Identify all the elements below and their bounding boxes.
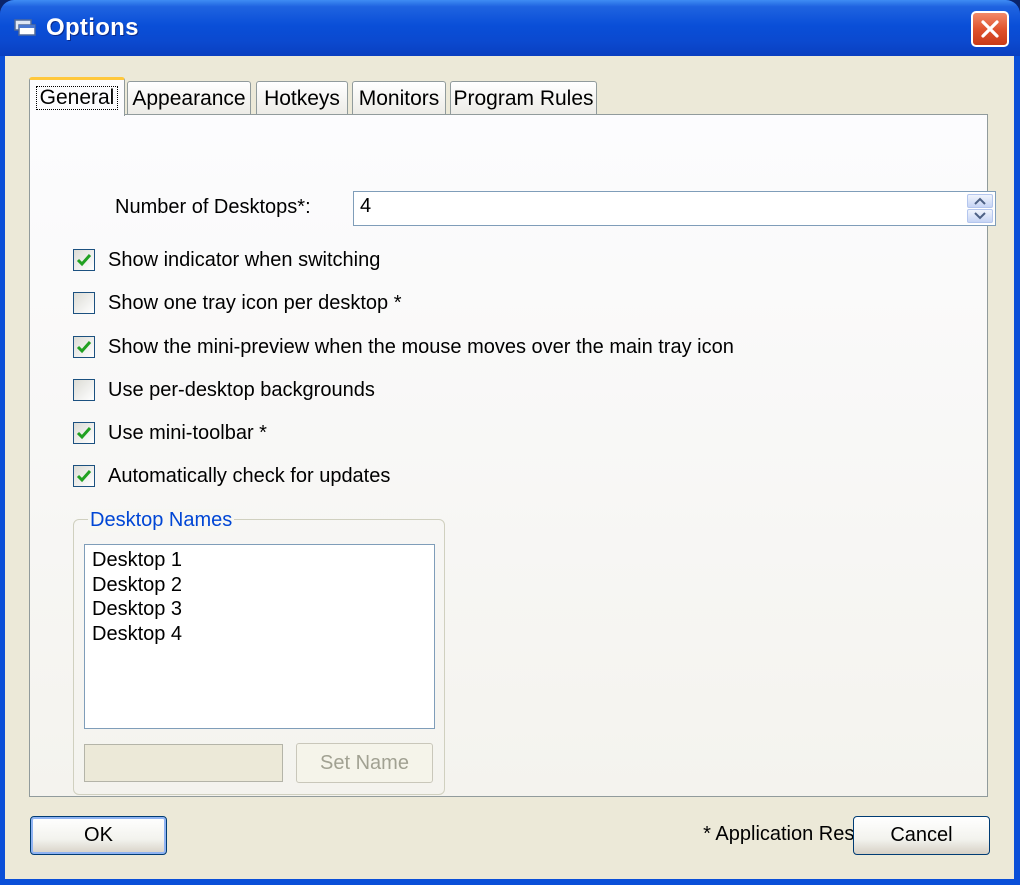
window-frame-right — [1014, 56, 1020, 885]
checkbox-label: Use per-desktop backgrounds — [108, 378, 375, 401]
checkbox-tray-icon-per-desktop[interactable] — [73, 292, 95, 314]
desktops-count-spinner[interactable]: 4 — [353, 191, 996, 226]
desktop-names-list[interactable]: Desktop 1 Desktop 2 Desktop 3 Desktop 4 — [84, 544, 435, 729]
tab-program-rules[interactable]: Program Rules — [450, 81, 597, 115]
checkmark-icon — [76, 470, 92, 483]
list-item[interactable]: Desktop 2 — [92, 573, 427, 598]
checkbox-per-desktop-backgrounds[interactable] — [73, 379, 95, 401]
desktop-name-input[interactable] — [84, 744, 283, 782]
checkbox-row-tray-icon-per-desktop[interactable]: Show one tray icon per desktop * — [73, 290, 402, 316]
desktops-count-value[interactable]: 4 — [360, 195, 371, 218]
checkbox-row-show-indicator[interactable]: Show indicator when switching — [73, 247, 380, 273]
checkbox-label: Show one tray icon per desktop * — [108, 291, 402, 314]
spin-down-button[interactable] — [967, 209, 993, 223]
checkbox-check-updates[interactable] — [73, 465, 95, 487]
checkbox-row-per-desktop-backgrounds[interactable]: Use per-desktop backgrounds — [73, 377, 375, 403]
checkbox-row-mini-preview[interactable]: Show the mini-preview when the mouse mov… — [73, 334, 734, 360]
list-item[interactable]: Desktop 3 — [92, 597, 427, 622]
title-bar[interactable]: Options — [0, 0, 1020, 56]
cancel-button[interactable]: Cancel — [853, 816, 990, 855]
tab-program-rules-label: Program Rules — [453, 86, 594, 110]
checkmark-icon — [76, 341, 92, 354]
tab-general[interactable]: General — [29, 77, 125, 116]
list-item[interactable]: Desktop 4 — [92, 622, 427, 647]
window-frame-bottom — [0, 879, 1020, 885]
list-item[interactable]: Desktop 1 — [92, 548, 427, 573]
close-icon — [981, 20, 999, 38]
tab-appearance[interactable]: Appearance — [127, 81, 251, 115]
ok-button[interactable]: OK — [30, 816, 167, 855]
checkbox-show-indicator[interactable] — [73, 249, 95, 271]
tab-monitors[interactable]: Monitors — [352, 81, 446, 115]
tab-hotkeys[interactable]: Hotkeys — [256, 81, 348, 115]
checkbox-label: Show the mini-preview when the mouse mov… — [108, 335, 734, 358]
checkbox-row-check-updates[interactable]: Automatically check for updates — [73, 463, 390, 489]
options-window: Options General Appearance Hotkeys Monit… — [0, 0, 1020, 885]
tab-monitors-label: Monitors — [358, 86, 440, 110]
spin-up-button[interactable] — [967, 194, 993, 208]
checkbox-mini-toolbar[interactable] — [73, 422, 95, 444]
chevron-up-icon — [974, 197, 986, 205]
general-tab-panel: Number of Desktops*: 4 Show indicator wh… — [29, 114, 996, 845]
checkbox-label: Automatically check for updates — [108, 464, 391, 487]
desktops-count-label: Number of Desktops*: — [115, 196, 311, 218]
checkmark-icon — [76, 254, 92, 267]
checkbox-mini-preview[interactable] — [73, 336, 95, 358]
set-name-button[interactable]: Set Name — [296, 743, 433, 783]
checkbox-row-mini-toolbar[interactable]: Use mini-toolbar * — [73, 420, 267, 446]
dialog-client-area: General Appearance Hotkeys Monitors Prog… — [5, 56, 1014, 879]
app-icon — [14, 19, 36, 36]
checkbox-label: Use mini-toolbar * — [108, 421, 267, 444]
tab-general-label: General — [35, 86, 119, 110]
spinner-buttons — [967, 194, 993, 223]
checkbox-label: Show indicator when switching — [108, 248, 381, 271]
desktop-names-legend: Desktop Names — [88, 509, 235, 532]
checkmark-icon — [76, 427, 92, 440]
tab-appearance-label: Appearance — [132, 86, 246, 110]
window-title: Options — [46, 14, 139, 41]
close-button[interactable] — [971, 11, 1009, 47]
chevron-down-icon — [974, 212, 986, 220]
tab-hotkeys-label: Hotkeys — [264, 86, 340, 110]
